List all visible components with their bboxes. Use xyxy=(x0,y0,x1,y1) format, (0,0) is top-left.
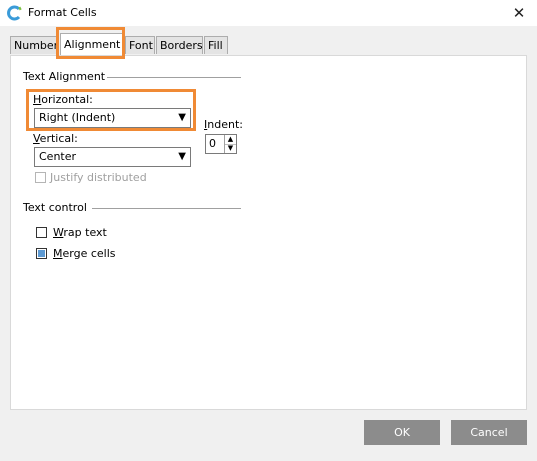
text-alignment-heading: Text Alignment xyxy=(23,70,106,83)
vertical-value: Center xyxy=(39,150,77,163)
indent-label: Indent: xyxy=(204,118,243,131)
ok-button[interactable]: OK xyxy=(364,420,440,445)
cancel-button[interactable]: Cancel xyxy=(451,420,527,445)
tab-number[interactable]: Number xyxy=(10,36,58,54)
indent-value: 0 xyxy=(209,137,216,150)
spin-down-icon[interactable]: ▼ xyxy=(225,144,236,153)
merge-cells-label: Merge cells xyxy=(53,247,116,260)
indent-spin-buttons: ▲ ▼ xyxy=(224,135,236,153)
text-control-heading: Text control xyxy=(23,201,87,214)
merge-cells-checkbox[interactable] xyxy=(36,248,47,259)
close-icon[interactable]: ✕ xyxy=(509,3,529,23)
wrap-text-checkbox[interactable] xyxy=(36,227,47,238)
wrap-text-label: Wrap text xyxy=(53,226,107,239)
alignment-tab-highlight xyxy=(56,27,125,59)
text-control-divider xyxy=(92,208,241,209)
app-logo-icon xyxy=(7,5,22,21)
text-alignment-divider xyxy=(107,77,241,78)
horizontal-highlight xyxy=(26,89,196,131)
tab-font[interactable]: Font xyxy=(125,36,155,54)
vertical-select[interactable]: Center ▼ xyxy=(34,147,191,167)
justify-distributed-checkbox[interactable] xyxy=(35,172,46,183)
title-bar: Format Cells ✕ xyxy=(0,0,537,26)
tab-fill[interactable]: Fill xyxy=(204,36,228,54)
chevron-down-icon: ▼ xyxy=(178,151,186,162)
indent-stepper[interactable]: 0 ▲ ▼ xyxy=(205,134,237,154)
vertical-label: Vertical: xyxy=(33,132,78,145)
justify-distributed-label: Justify distributed xyxy=(50,171,147,184)
tab-borders[interactable]: Borders xyxy=(156,36,203,54)
window-title: Format Cells xyxy=(28,6,97,19)
